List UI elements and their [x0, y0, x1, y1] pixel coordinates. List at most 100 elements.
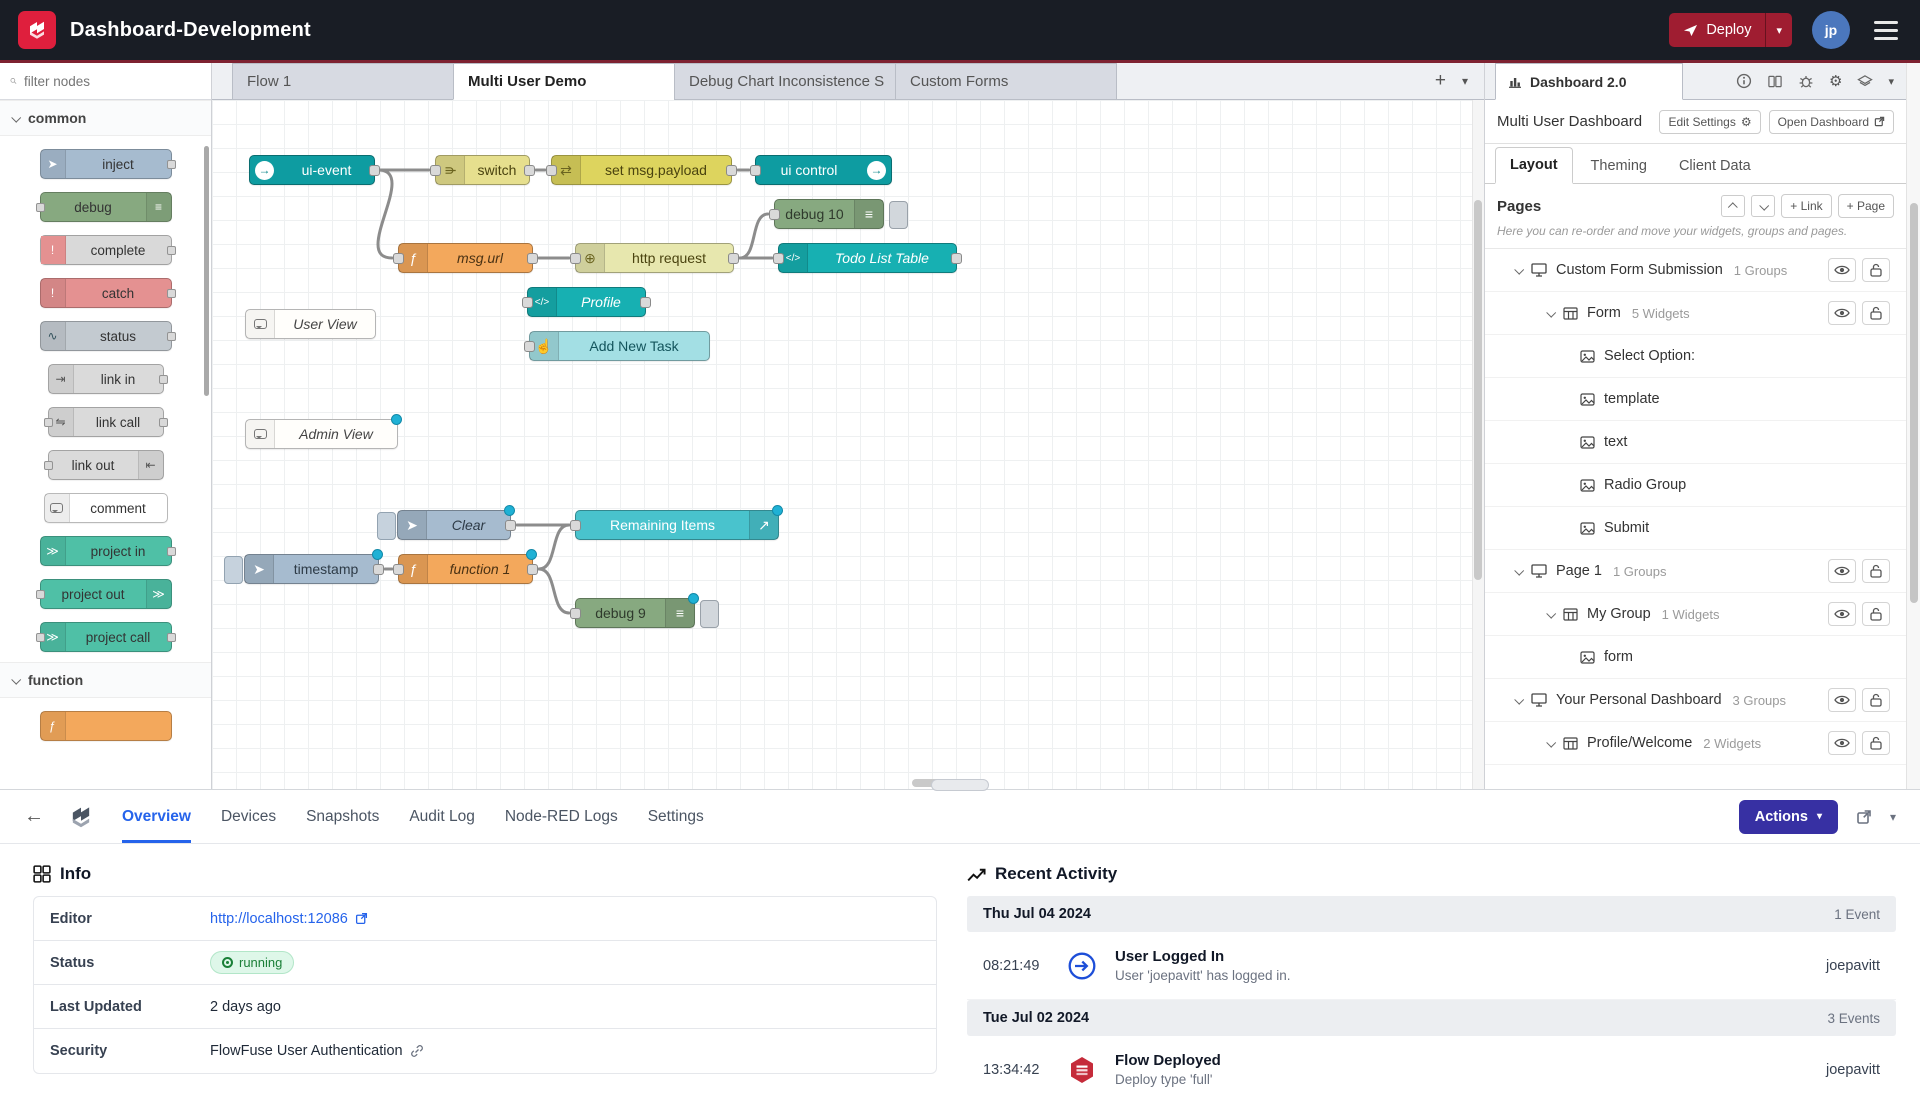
port-out[interactable] — [524, 165, 535, 176]
deploy-button[interactable]: Deploy ▾ — [1669, 13, 1792, 47]
flowfuse-logo-icon[interactable] — [18, 11, 56, 49]
palette-node-comment[interactable]: comment — [44, 493, 168, 523]
port-in[interactable] — [393, 564, 404, 575]
flow-list-button[interactable]: ▾ — [1462, 74, 1468, 88]
inject-button[interactable] — [224, 556, 243, 584]
visibility-toggle[interactable] — [1828, 688, 1856, 712]
flow-tab-debug-chart[interactable]: Debug Chart Inconsistence S — [674, 63, 896, 100]
node-switch[interactable]: ⋔switch — [435, 155, 530, 185]
tab-settings[interactable]: Settings — [648, 790, 704, 843]
debug-toggle-button[interactable] — [889, 201, 908, 229]
visibility-toggle[interactable] — [1828, 731, 1856, 755]
palette-category-common[interactable]: common — [0, 100, 211, 136]
collapse-chevron[interactable] — [1514, 694, 1524, 704]
tree-row-text[interactable]: text — [1485, 421, 1906, 464]
port-in[interactable] — [570, 608, 581, 619]
back-button[interactable]: ← — [24, 805, 44, 828]
collapse-chevron[interactable] — [1546, 737, 1556, 747]
visibility-toggle[interactable] — [1828, 258, 1856, 282]
palette-node-link-in[interactable]: ⇥link in — [48, 364, 164, 394]
info-icon[interactable] — [1736, 73, 1752, 89]
port-in[interactable] — [393, 253, 404, 264]
collapse-chevron[interactable] — [1514, 264, 1524, 274]
node-clear[interactable]: ➤Clear — [397, 510, 511, 540]
node-ui-event[interactable]: →ui-event — [249, 155, 375, 185]
lock-toggle[interactable] — [1862, 731, 1890, 755]
palette-search[interactable] — [0, 63, 211, 100]
add-page-button[interactable]: + Page — [1838, 194, 1894, 218]
actions-button[interactable]: Actions▾ — [1739, 800, 1838, 834]
sidebar-menu-caret[interactable]: ▾ — [1888, 75, 1894, 88]
palette-node-project-call[interactable]: ≫project call — [40, 622, 172, 652]
tab-client-data[interactable]: Client Data — [1665, 149, 1765, 183]
tab-layout[interactable]: Layout — [1495, 147, 1573, 184]
tab-theming[interactable]: Theming — [1577, 149, 1661, 183]
tab-audit-log[interactable]: Audit Log — [409, 790, 475, 843]
activity-event-deploy[interactable]: 13:34:42 Flow Deployed Deploy type 'full… — [967, 1036, 1896, 1099]
move-down-button[interactable] — [1751, 195, 1775, 217]
lock-toggle[interactable] — [1862, 602, 1890, 626]
port-out[interactable] — [640, 297, 651, 308]
palette-node-catch[interactable]: !catch — [40, 278, 172, 308]
visibility-toggle[interactable] — [1828, 301, 1856, 325]
palette-node-link-out[interactable]: ⇤link out — [48, 450, 164, 480]
palette-node-inject[interactable]: ➤inject — [40, 149, 172, 179]
node-function-1[interactable]: ƒfunction 1 — [398, 554, 533, 584]
node-msg-url[interactable]: ƒmsg.url — [398, 243, 533, 273]
canvas-vertical-scrollbar[interactable] — [1472, 100, 1484, 789]
palette-scrollbar[interactable] — [204, 146, 209, 396]
flow-tab-multi-user-demo[interactable]: Multi User Demo — [453, 63, 675, 100]
port-out[interactable] — [505, 520, 516, 531]
activity-event-login[interactable]: 08:21:49 User Logged In User 'joepavitt'… — [967, 932, 1896, 1000]
flow-tab-custom-forms[interactable]: Custom Forms — [895, 63, 1117, 100]
node-todo-list-table[interactable]: </>Todo List Table — [778, 243, 957, 273]
open-dashboard-button[interactable]: Open Dashboard — [1769, 110, 1894, 134]
help-book-icon[interactable] — [1767, 74, 1783, 89]
node-remaining-items[interactable]: ↗Remaining Items — [575, 510, 779, 540]
port-in[interactable] — [546, 165, 557, 176]
tab-node-red-logs[interactable]: Node-RED Logs — [505, 790, 618, 843]
port-in[interactable] — [750, 165, 761, 176]
port-in[interactable] — [570, 253, 581, 264]
tree-row-my-group[interactable]: My Group1 Widgets — [1485, 593, 1906, 636]
open-editor-icon[interactable] — [1856, 809, 1872, 825]
collapse-chevron[interactable] — [1546, 307, 1556, 317]
collapse-chevron[interactable] — [1546, 608, 1556, 618]
node-set-msg-payload[interactable]: ⇄set msg.payload — [551, 155, 732, 185]
visibility-toggle[interactable] — [1828, 559, 1856, 583]
inject-button[interactable] — [377, 512, 396, 540]
port-in[interactable] — [524, 341, 535, 352]
node-timestamp[interactable]: ➤timestamp — [244, 554, 379, 584]
palette-node-function-partial[interactable]: ƒ — [40, 711, 172, 741]
tab-overview[interactable]: Overview — [122, 790, 191, 843]
bug-icon[interactable] — [1798, 73, 1814, 89]
palette-filter-input[interactable] — [24, 74, 201, 89]
tree-row-form[interactable]: Form5 Widgets — [1485, 292, 1906, 335]
node-http-request[interactable]: ⊕http request — [575, 243, 734, 273]
node-comment-admin-view[interactable]: Admin View — [245, 419, 398, 449]
flow-canvas[interactable]: →ui-event ⋔switch ⇄set msg.payload ui co… — [212, 100, 1484, 789]
lock-toggle[interactable] — [1862, 559, 1890, 583]
port-out[interactable] — [369, 165, 380, 176]
flow-tab-flow1[interactable]: Flow 1 — [232, 63, 454, 100]
tree-row-select-option[interactable]: Select Option: — [1485, 335, 1906, 378]
panel-resize-handle[interactable] — [931, 779, 989, 791]
node-profile[interactable]: </>Profile — [527, 287, 646, 317]
debug-toggle-button[interactable] — [700, 600, 719, 628]
gear-icon[interactable]: ⚙ — [1829, 72, 1842, 90]
add-flow-button[interactable]: + — [1435, 70, 1446, 92]
deploy-options-button[interactable]: ▾ — [1765, 13, 1792, 47]
port-out[interactable] — [527, 253, 538, 264]
palette-node-status[interactable]: ∿status — [40, 321, 172, 351]
port-in[interactable] — [769, 209, 780, 220]
lock-toggle[interactable] — [1862, 258, 1890, 282]
visibility-toggle[interactable] — [1828, 602, 1856, 626]
collapse-panel-icon[interactable]: ▾ — [1890, 810, 1896, 824]
palette-node-debug[interactable]: ≡debug — [40, 192, 172, 222]
port-in[interactable] — [430, 165, 441, 176]
editor-link[interactable]: http://localhost:12086 — [210, 911, 348, 927]
port-in[interactable] — [570, 520, 581, 531]
palette-node-project-out[interactable]: ≫project out — [40, 579, 172, 609]
user-avatar[interactable]: jp — [1812, 11, 1850, 49]
layers-icon[interactable] — [1857, 74, 1873, 89]
